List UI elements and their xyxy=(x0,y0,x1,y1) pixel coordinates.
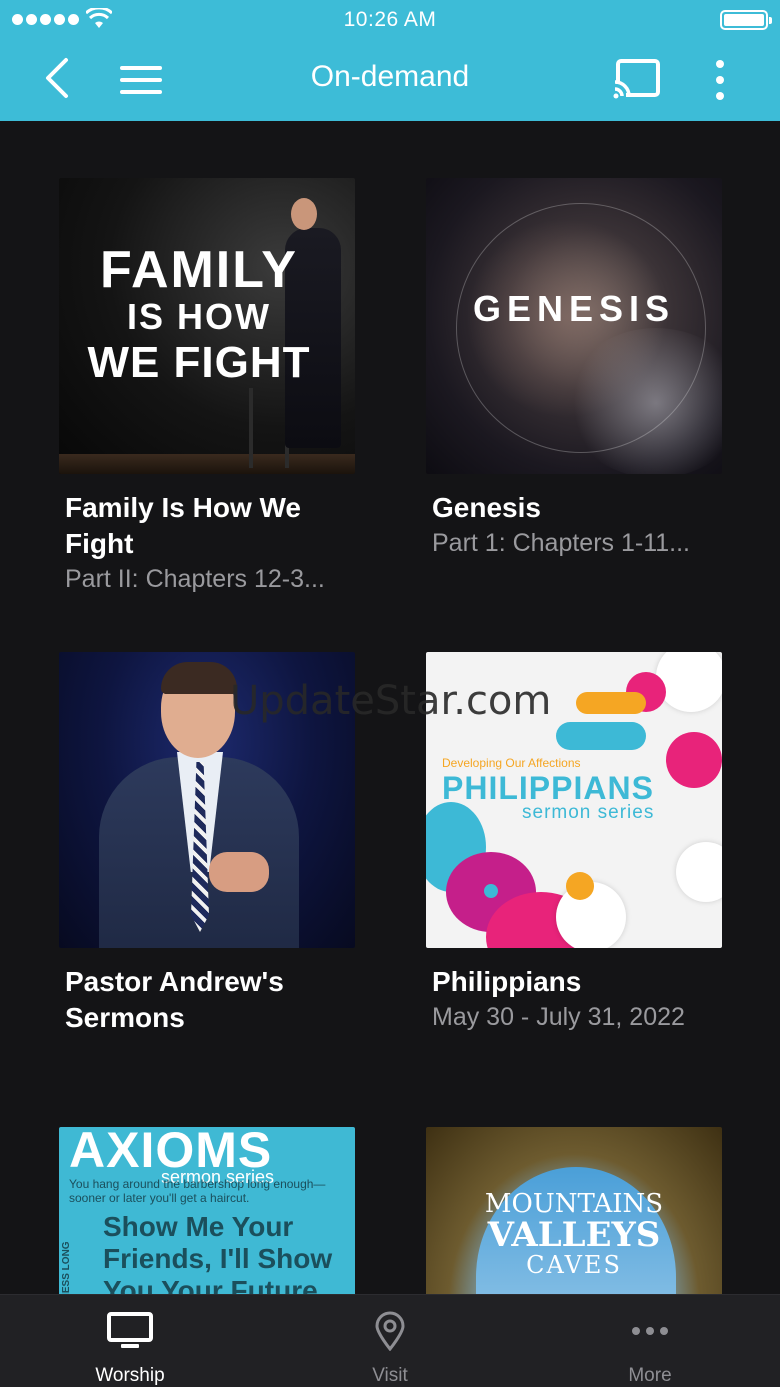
artwork-text: Developing Our Affections xyxy=(442,756,581,770)
series-artwork: MOUNTAINS VALLEYS CAVES xyxy=(426,1127,722,1294)
series-subtitle: May 30 - July 31, 2022 xyxy=(432,1003,685,1031)
series-artwork: FAMILY IS HOW WE FIGHT xyxy=(59,178,355,474)
tab-label: More xyxy=(628,1365,672,1386)
series-title: Pastor Andrew's Sermons xyxy=(65,966,284,1033)
battery-icon xyxy=(720,10,772,30)
series-subtitle: Part 1: Chapters 1-11... xyxy=(432,529,690,557)
on-demand-screen: 10:26 AM On-demand FAMILY IS HOW WE FIGH… xyxy=(0,0,780,1387)
series-card-axioms[interactable]: AXIOMS sermon series You hang around the… xyxy=(59,1127,355,1294)
series-title: Philippians xyxy=(432,966,582,997)
more-dots-icon xyxy=(632,1327,668,1335)
series-subtitle: Part II: Chapters 12-3... xyxy=(65,565,325,593)
page-title: On-demand xyxy=(310,60,470,93)
series-card-family[interactable]: FAMILY IS HOW WE FIGHT Family Is How We … xyxy=(59,178,355,596)
series-card-mountains[interactable]: MOUNTAINS VALLEYS CAVES xyxy=(426,1127,722,1294)
status-bar: 10:26 AM xyxy=(0,0,780,40)
artwork-text: FAMILY xyxy=(100,241,298,299)
cast-button[interactable] xyxy=(612,58,662,100)
artwork-text: Show Me Your Friends, I'll Show You Your… xyxy=(103,1211,333,1294)
artwork-text: VALLEYS xyxy=(487,1215,661,1255)
tab-label: Worship xyxy=(95,1365,165,1386)
series-artwork: GENESIS xyxy=(426,178,722,474)
top-bar: 10:26 AM On-demand xyxy=(0,0,780,121)
series-artwork: AXIOMS sermon series You hang around the… xyxy=(59,1127,355,1294)
artwork-text: GENESIS xyxy=(472,288,676,329)
nav-bar: On-demand xyxy=(0,40,780,121)
tab-label: Visit xyxy=(372,1365,408,1386)
more-options-button[interactable] xyxy=(704,56,736,104)
tab-worship[interactable]: Worship xyxy=(0,1295,260,1387)
series-title: Genesis xyxy=(432,492,541,523)
artwork-text: sermon series xyxy=(522,802,655,823)
artwork-text: CAVES xyxy=(526,1251,622,1279)
tv-icon xyxy=(107,1312,153,1348)
artwork-text: You hang around the barbershop long enou… xyxy=(69,1177,326,1205)
series-title: Family Is How We Fight xyxy=(65,492,301,559)
location-pin-icon xyxy=(375,1311,405,1351)
series-card-genesis[interactable]: GENESIS Genesis Part 1: Chapters 1-11... xyxy=(426,178,722,560)
artwork-text: IS HOW xyxy=(127,296,271,337)
tab-bar: Worship Visit More xyxy=(0,1294,780,1387)
artwork-text: AWARENESS LONG WAY xyxy=(61,1241,72,1294)
status-time: 10:26 AM xyxy=(343,8,437,31)
watermark: UpdateStar.com xyxy=(230,678,552,724)
tab-visit[interactable]: Visit xyxy=(260,1295,520,1387)
tab-more[interactable]: More xyxy=(520,1295,780,1387)
artwork-text: WE FIGHT xyxy=(87,338,311,387)
